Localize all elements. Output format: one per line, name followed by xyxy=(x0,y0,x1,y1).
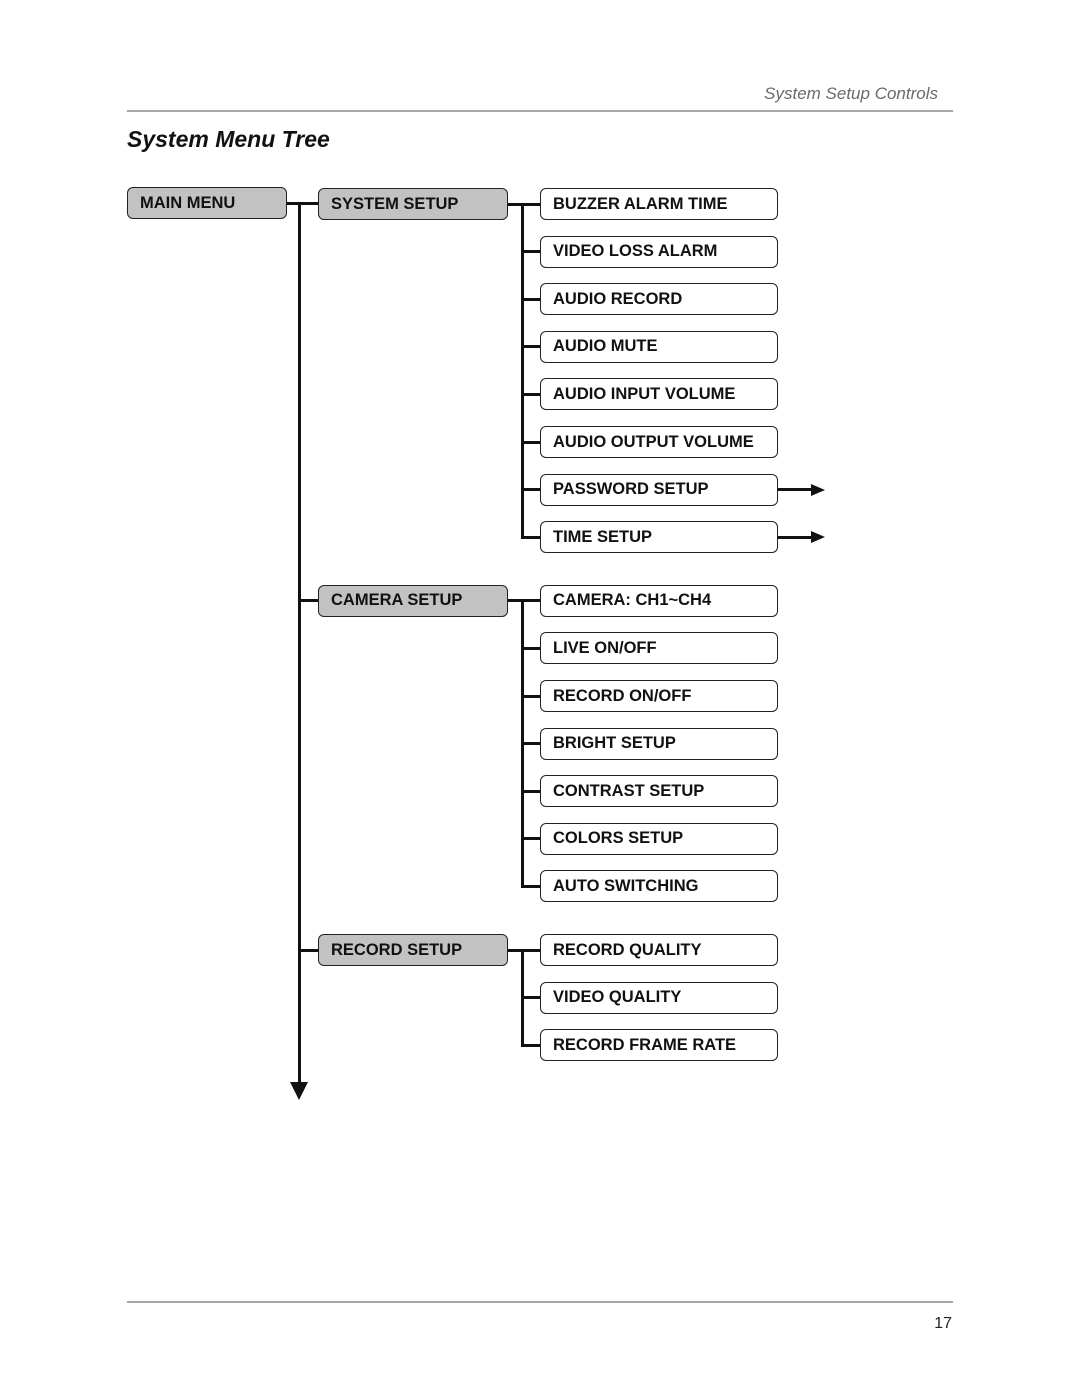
group-connector-line xyxy=(508,948,540,952)
menu-item-label: CAMERA: CH1~CH4 xyxy=(553,591,712,610)
leaf-branch-line xyxy=(522,250,540,254)
main-trunk-line xyxy=(297,202,301,1084)
root-connector-line xyxy=(287,201,318,205)
menu-item-label: CONTRAST SETUP xyxy=(553,781,705,800)
group-connector-line xyxy=(508,202,540,206)
menu-item-box: CONTRAST SETUP xyxy=(540,775,778,808)
menu-item-box: AUDIO RECORD xyxy=(540,283,778,316)
menu-item-label: BUZZER ALARM TIME xyxy=(553,194,728,213)
trunk-branch-line xyxy=(299,948,318,952)
menu-item-label: RECORD ON/OFF xyxy=(553,686,692,705)
menu-item-box: BRIGHT SETUP xyxy=(540,727,778,760)
leaf-branch-line xyxy=(522,535,540,539)
leaf-branch-line xyxy=(522,297,540,301)
menu-group-label: SYSTEM SETUP xyxy=(331,194,459,213)
main-menu-label: MAIN MENU xyxy=(140,193,236,212)
menu-item-box: AUTO SWITCHING xyxy=(540,870,778,903)
menu-item-label: PASSWORD SETUP xyxy=(553,480,709,499)
menu-item-box: LIVE ON/OFF xyxy=(540,632,778,665)
leaf-branch-line xyxy=(522,646,540,650)
leaf-branch-line xyxy=(522,488,540,492)
leaf-branch-line xyxy=(522,837,540,841)
menu-item-box: BUZZER ALARM TIME xyxy=(540,188,778,220)
menu-item-box: VIDEO LOSS ALARM xyxy=(540,235,778,268)
menu-item-box: TIME SETUP xyxy=(540,521,778,554)
menu-group-box: CAMERA SETUP xyxy=(318,584,508,617)
leaf-branch-line xyxy=(522,392,540,396)
menu-group-label: RECORD SETUP xyxy=(331,940,463,959)
submenu-arrow-icon xyxy=(811,483,825,496)
leaf-branch-line xyxy=(522,440,540,444)
menu-item-label: AUTO SWITCHING xyxy=(553,876,699,895)
trunk-branch-line xyxy=(299,599,318,603)
menu-item-label: BRIGHT SETUP xyxy=(553,734,676,753)
menu-item-label: RECORD QUALITY xyxy=(553,940,702,959)
menu-item-label: TIME SETUP xyxy=(553,527,653,546)
menu-tree-diagram: MAIN MENU SYSTEM SETUP BUZZER ALARM TIME V… xyxy=(0,0,1080,1397)
leaf-branch-line xyxy=(522,742,540,746)
menu-item-box: AUDIO OUTPUT VOLUME xyxy=(540,426,778,458)
menu-group-label: CAMERA SETUP xyxy=(331,591,463,610)
menu-item-box: COLORS SETUP xyxy=(540,822,778,855)
menu-item-label: VIDEO LOSS ALARM xyxy=(553,242,718,261)
menu-item-box: CAMERA: CH1~CH4 xyxy=(540,584,778,617)
leaf-branch-line xyxy=(522,1043,540,1047)
page-number: 17 xyxy=(934,1315,952,1332)
group-connector-line xyxy=(508,599,540,603)
menu-item-box: RECORD ON/OFF xyxy=(540,680,778,712)
menu-item-box: VIDEO QUALITY xyxy=(540,981,778,1014)
main-menu-box: MAIN MENU xyxy=(127,187,287,219)
leaf-branch-line xyxy=(522,694,540,698)
menu-item-box: AUDIO MUTE xyxy=(540,330,778,363)
menu-group-box: SYSTEM SETUP xyxy=(318,188,508,220)
menu-item-label: COLORS SETUP xyxy=(553,829,684,848)
menu-item-label: VIDEO QUALITY xyxy=(553,988,682,1007)
menu-item-box: RECORD FRAME RATE xyxy=(540,1029,778,1062)
leaf-branch-line xyxy=(522,345,540,349)
group-vertical-line xyxy=(520,599,524,888)
leaf-branch-line xyxy=(522,789,540,793)
group-vertical-line xyxy=(520,948,524,1047)
menu-item-label: AUDIO RECORD xyxy=(553,289,683,308)
menu-item-box: AUDIO INPUT VOLUME xyxy=(540,378,778,411)
menu-item-box: RECORD QUALITY xyxy=(540,934,778,966)
menu-item-label: LIVE ON/OFF xyxy=(553,638,657,657)
menu-item-label: AUDIO OUTPUT VOLUME xyxy=(553,432,754,451)
submenu-arrow-shaft xyxy=(778,488,812,492)
footer-rule xyxy=(127,1301,953,1303)
trunk-continues-arrow-icon xyxy=(290,1082,308,1100)
menu-item-label: RECORD FRAME RATE xyxy=(553,1035,737,1054)
menu-item-label: AUDIO MUTE xyxy=(553,337,658,356)
menu-item-label: AUDIO INPUT VOLUME xyxy=(553,384,736,403)
menu-item-box: PASSWORD SETUP xyxy=(540,473,778,506)
submenu-arrow-shaft xyxy=(778,535,812,539)
submenu-arrow-icon xyxy=(811,531,825,544)
group-vertical-line xyxy=(520,202,524,539)
menu-group-box: RECORD SETUP xyxy=(318,934,508,966)
leaf-branch-line xyxy=(522,996,540,1000)
leaf-branch-line xyxy=(522,884,540,888)
